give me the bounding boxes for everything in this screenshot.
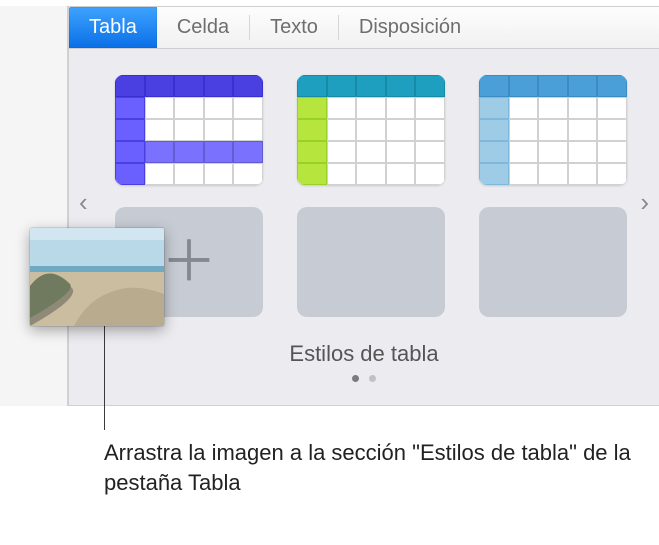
table-style-thumb[interactable] xyxy=(479,75,627,185)
tab-bar: Tabla Celda Texto Disposición xyxy=(69,7,659,49)
tab-label: Texto xyxy=(270,16,318,39)
chevron-left-icon: ‹ xyxy=(79,187,88,217)
dragged-image-thumbnail[interactable] xyxy=(30,228,164,326)
section-title: Estilos de tabla xyxy=(115,341,613,367)
table-styles-section: ‹ › xyxy=(69,49,659,405)
tab-label: Disposición xyxy=(359,16,461,39)
beach-image-icon xyxy=(30,228,164,326)
styles-row-2: ＋ xyxy=(115,207,613,317)
chevron-right-icon: › xyxy=(640,187,649,217)
tab-texto[interactable]: Texto xyxy=(250,7,338,48)
styles-row-1 xyxy=(115,75,613,185)
styles-next-button[interactable]: › xyxy=(640,187,649,218)
tab-label: Celda xyxy=(177,16,229,39)
tab-label: Tabla xyxy=(89,16,137,39)
table-style-placeholder xyxy=(297,207,445,317)
callout-text: Arrastra la imagen a la sección "Estilos… xyxy=(104,438,647,497)
table-style-placeholder xyxy=(479,207,627,317)
page-dot[interactable] xyxy=(352,375,359,382)
styles-prev-button[interactable]: ‹ xyxy=(79,187,88,218)
left-gutter xyxy=(0,6,68,406)
plus-icon: ＋ xyxy=(161,234,217,290)
format-panel: Tabla Celda Texto Disposición ‹ › xyxy=(68,6,659,406)
tab-disposicion[interactable]: Disposición xyxy=(339,7,481,48)
table-style-thumb[interactable] xyxy=(297,75,445,185)
table-style-thumb[interactable] xyxy=(115,75,263,185)
tab-celda[interactable]: Celda xyxy=(157,7,249,48)
page-dot[interactable] xyxy=(369,375,376,382)
tab-tabla[interactable]: Tabla xyxy=(69,7,157,48)
callout-leader-line xyxy=(104,326,105,430)
page-dots xyxy=(115,375,613,382)
